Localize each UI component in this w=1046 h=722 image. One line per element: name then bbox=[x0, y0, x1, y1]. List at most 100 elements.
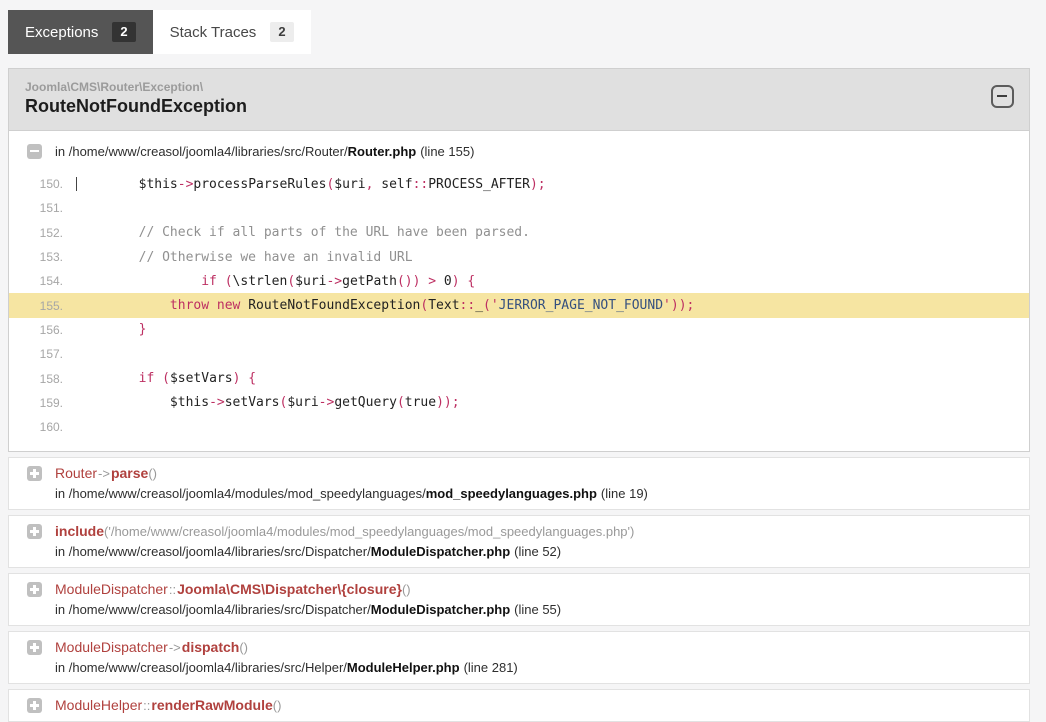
code-token: $uri bbox=[287, 395, 318, 410]
code-token: _ bbox=[475, 298, 483, 313]
stack-frame[interactable]: ModuleHelper::renderRawModule() bbox=[8, 689, 1030, 722]
code-token: \strlen bbox=[233, 274, 288, 289]
code-text: // Check if all parts of the URL have be… bbox=[69, 225, 530, 240]
code-line: 159. $this->setVars($uri->getQuery(true)… bbox=[9, 391, 1029, 415]
code-line: 157. bbox=[9, 342, 1029, 366]
frame-location: in /home/www/creasol/joomla4/libraries/s… bbox=[55, 658, 518, 678]
location-prefix: in bbox=[55, 144, 69, 159]
frame-class-name: ModuleDispatcher bbox=[55, 581, 168, 597]
frame-call-args: () bbox=[273, 698, 282, 713]
code-token: $this bbox=[76, 395, 209, 410]
tab-exceptions[interactable]: Exceptions 2 bbox=[8, 10, 153, 54]
code-token: (' bbox=[483, 298, 499, 313]
code-text: $this->processParseRules($uri, self::PRO… bbox=[69, 177, 546, 192]
code-token: { bbox=[467, 274, 475, 289]
code-token: $setVars bbox=[170, 371, 233, 386]
frame-content: ModuleHelper::renderRawModule() bbox=[55, 695, 281, 716]
frame-location: in /home/www/creasol/joomla4/modules/mod… bbox=[55, 484, 648, 504]
frame-class-name: Router bbox=[55, 465, 97, 481]
code-token: -> bbox=[319, 395, 335, 410]
code-token: ')); bbox=[663, 298, 694, 313]
location-path: /home/www/creasol/joomla4/libraries/src/… bbox=[69, 660, 347, 675]
location-file: ModuleDispatcher.php bbox=[371, 602, 510, 617]
location-file: ModuleHelper.php bbox=[347, 660, 460, 675]
frame-content: include('/home/www/creasol/joomla4/modul… bbox=[55, 521, 634, 562]
code-token: true bbox=[405, 395, 436, 410]
code-token: { bbox=[248, 371, 256, 386]
code-token: if bbox=[201, 274, 217, 289]
code-line: 151. bbox=[9, 196, 1029, 220]
frame-method-name: Joomla\CMS\Dispatcher\{closure} bbox=[177, 581, 402, 597]
location-prefix: in bbox=[55, 544, 69, 559]
line-number: 154. bbox=[9, 274, 69, 288]
code-line: 152. // Check if all parts of the URL ha… bbox=[9, 221, 1029, 245]
code-line: 153. // Otherwise we have an invalid URL bbox=[9, 245, 1029, 269]
frame-signature: Router->parse() bbox=[55, 463, 648, 484]
code-token: ( bbox=[397, 395, 405, 410]
location-line: (line 55) bbox=[514, 602, 561, 617]
location-path: /home/www/creasol/joomla4/modules/mod_sp… bbox=[69, 486, 426, 501]
code-token: throw bbox=[170, 298, 209, 313]
code-text: $this->setVars($uri->getQuery(true)); bbox=[69, 395, 460, 410]
location-path: /home/www/creasol/joomla4/libraries/src/… bbox=[69, 602, 371, 617]
line-number: 151. bbox=[9, 201, 69, 215]
tab-stack-traces[interactable]: Stack Traces 2 bbox=[153, 10, 311, 54]
expand-plus-icon[interactable] bbox=[27, 466, 42, 481]
code-token bbox=[154, 371, 162, 386]
location-file: ModuleDispatcher.php bbox=[371, 544, 510, 559]
location-line: (line 52) bbox=[514, 544, 561, 559]
frame-method-name: renderRawModule bbox=[151, 697, 272, 713]
collapse-minus-icon[interactable] bbox=[27, 144, 42, 159]
code-token: // Otherwise we have an invalid URL bbox=[76, 250, 413, 265]
tab-bar: Exceptions 2 Stack Traces 2 bbox=[8, 10, 1046, 54]
expand-plus-icon[interactable] bbox=[27, 524, 42, 539]
code-token: $this bbox=[76, 177, 178, 192]
frame-signature: ModuleHelper::renderRawModule() bbox=[55, 695, 281, 716]
frame-method-name: include bbox=[55, 523, 104, 539]
exception-namespace: Joomla\CMS\Router\Exception\ bbox=[25, 79, 1013, 95]
code-token bbox=[217, 274, 225, 289]
stack-frame[interactable]: Router->parse()in /home/www/creasol/joom… bbox=[8, 457, 1030, 510]
code-token: new bbox=[217, 298, 240, 313]
code-token: setVars bbox=[225, 395, 280, 410]
expand-plus-icon[interactable] bbox=[27, 582, 42, 597]
code-token: 0 bbox=[436, 274, 452, 289]
frame-class-name: ModuleDispatcher bbox=[55, 639, 168, 655]
code-block: 150. $this->processParseRules($uri, self… bbox=[9, 172, 1029, 451]
code-token: RouteNotFoundException bbox=[240, 298, 420, 313]
code-token: $uri bbox=[295, 274, 326, 289]
frame-call-args: () bbox=[148, 466, 157, 481]
code-token bbox=[76, 274, 201, 289]
stack-frame[interactable]: include('/home/www/creasol/joomla4/modul… bbox=[8, 515, 1030, 568]
location-file: mod_speedylanguages.php bbox=[426, 486, 597, 501]
code-token: :: bbox=[460, 298, 476, 313]
frame-call-args: () bbox=[402, 582, 411, 597]
expand-plus-icon[interactable] bbox=[27, 698, 42, 713]
stack-frame[interactable]: ModuleDispatcher::Joomla\CMS\Dispatcher\… bbox=[8, 573, 1030, 626]
frame-signature: ModuleDispatcher::Joomla\CMS\Dispatcher\… bbox=[55, 579, 561, 600]
code-line: 156. } bbox=[9, 318, 1029, 342]
location-path: /home/www/creasol/joomla4/libraries/src/… bbox=[69, 144, 348, 159]
code-token: } bbox=[76, 322, 146, 337]
frame-call-args: ('/home/www/creasol/joomla4/modules/mod_… bbox=[104, 524, 634, 539]
stack-frame[interactable]: ModuleDispatcher->dispatch()in /home/www… bbox=[8, 631, 1030, 684]
code-token: $uri bbox=[334, 177, 365, 192]
code-text: if (\strlen($uri->getPath()) > 0) { bbox=[69, 274, 475, 289]
location-prefix: in bbox=[55, 660, 69, 675]
code-token: // Check if all parts of the URL have be… bbox=[76, 225, 530, 240]
frame-call-args: () bbox=[239, 640, 248, 655]
code-line: 160. bbox=[9, 415, 1029, 439]
code-token: JERROR_PAGE_NOT_FOUND bbox=[499, 298, 663, 313]
code-text: // Otherwise we have an invalid URL bbox=[69, 250, 413, 265]
code-line: 154. if (\strlen($uri->getPath()) > 0) { bbox=[9, 269, 1029, 293]
minus-square-icon[interactable] bbox=[991, 85, 1014, 108]
frame-class-name: ModuleHelper bbox=[55, 697, 142, 713]
main-frame-location-row[interactable]: in /home/www/creasol/joomla4/libraries/s… bbox=[9, 131, 1029, 161]
code-token bbox=[76, 298, 170, 313]
line-number: 157. bbox=[9, 347, 69, 361]
expand-plus-icon[interactable] bbox=[27, 640, 42, 655]
code-token: self bbox=[373, 177, 412, 192]
line-number: 152. bbox=[9, 226, 69, 240]
frame-content: Router->parse()in /home/www/creasol/joom… bbox=[55, 463, 648, 504]
line-number: 150. bbox=[9, 177, 69, 191]
